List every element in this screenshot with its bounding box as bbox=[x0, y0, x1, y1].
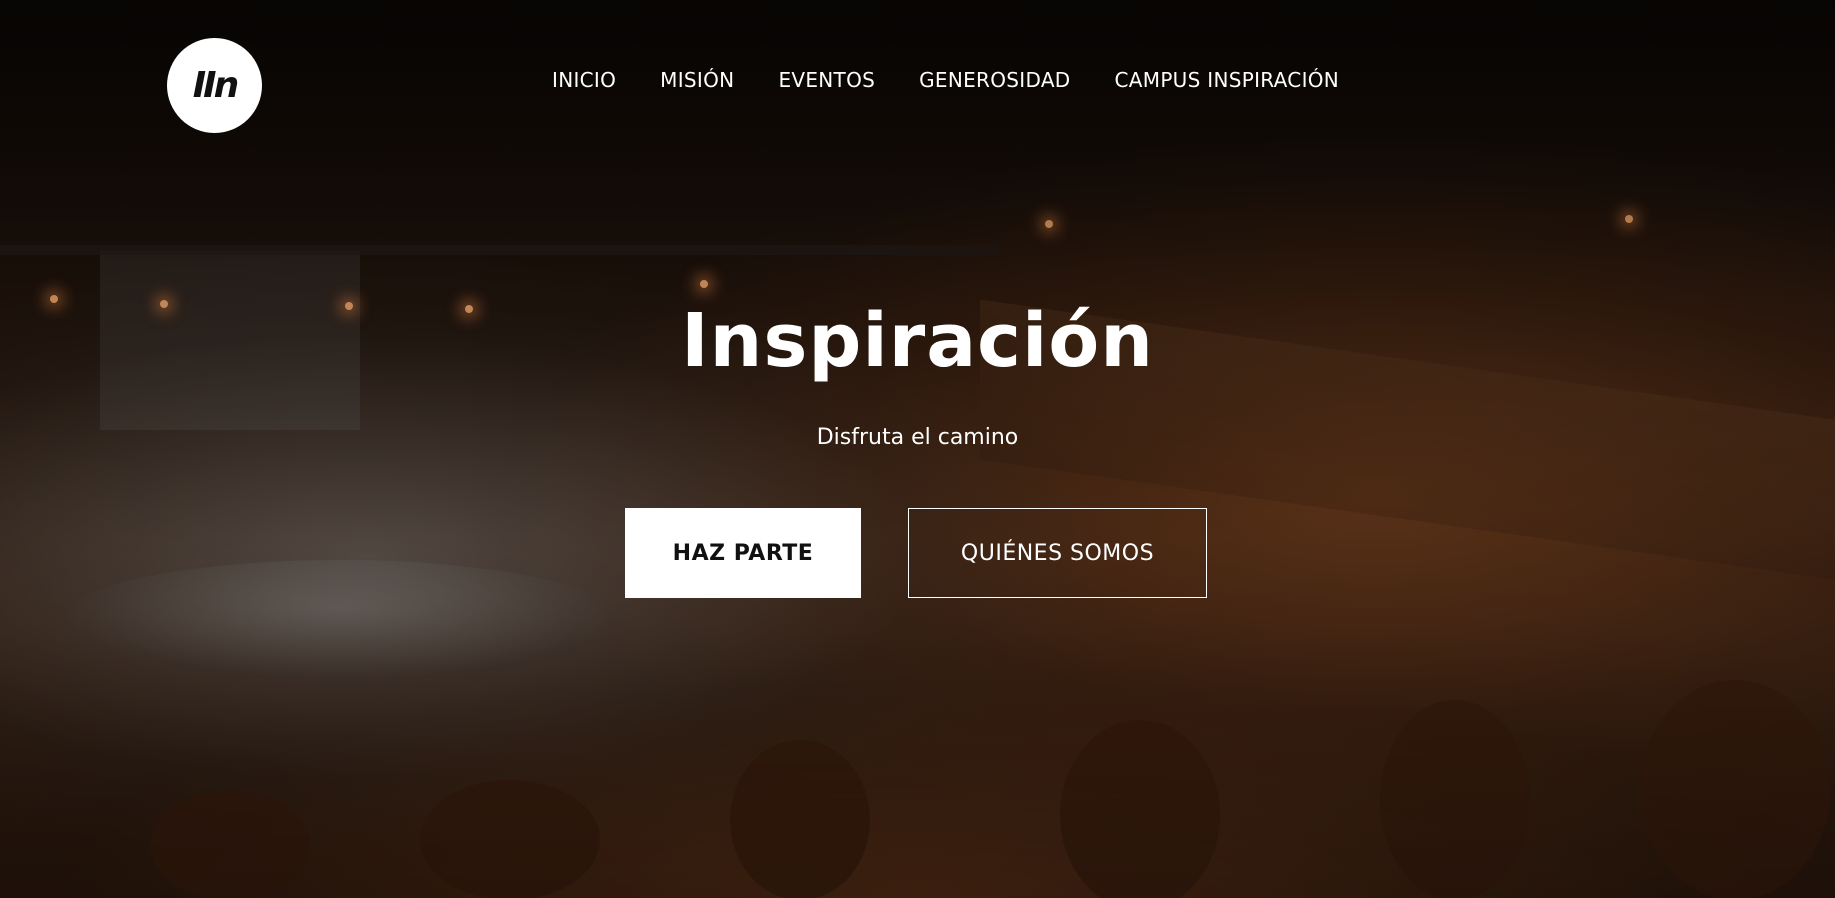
hero-section: IIn INICIO MISIÓN EVENTOS GENEROSIDAD CA… bbox=[0, 0, 1835, 898]
hero-title: Inspiración bbox=[681, 298, 1154, 384]
hero-subtitle: Disfruta el camino bbox=[816, 425, 1019, 450]
nav-item-mision[interactable]: MISIÓN bbox=[660, 68, 734, 92]
nav-item-campus-inspiracion[interactable]: CAMPUS INSPIRACIÓN bbox=[1115, 68, 1340, 92]
haz-parte-button[interactable]: HAZ PARTE bbox=[625, 508, 861, 598]
nav-item-generosidad[interactable]: GENEROSIDAD bbox=[919, 68, 1070, 92]
nav-item-inicio[interactable]: INICIO bbox=[552, 68, 616, 92]
logo-mark: IIn bbox=[192, 65, 239, 106]
quienes-somos-button[interactable]: QUIÉNES SOMOS bbox=[908, 508, 1207, 598]
nav-item-eventos[interactable]: EVENTOS bbox=[778, 68, 875, 92]
site-logo[interactable]: IIn bbox=[167, 38, 262, 133]
main-nav: INICIO MISIÓN EVENTOS GENEROSIDAD CAMPUS… bbox=[552, 68, 1339, 92]
